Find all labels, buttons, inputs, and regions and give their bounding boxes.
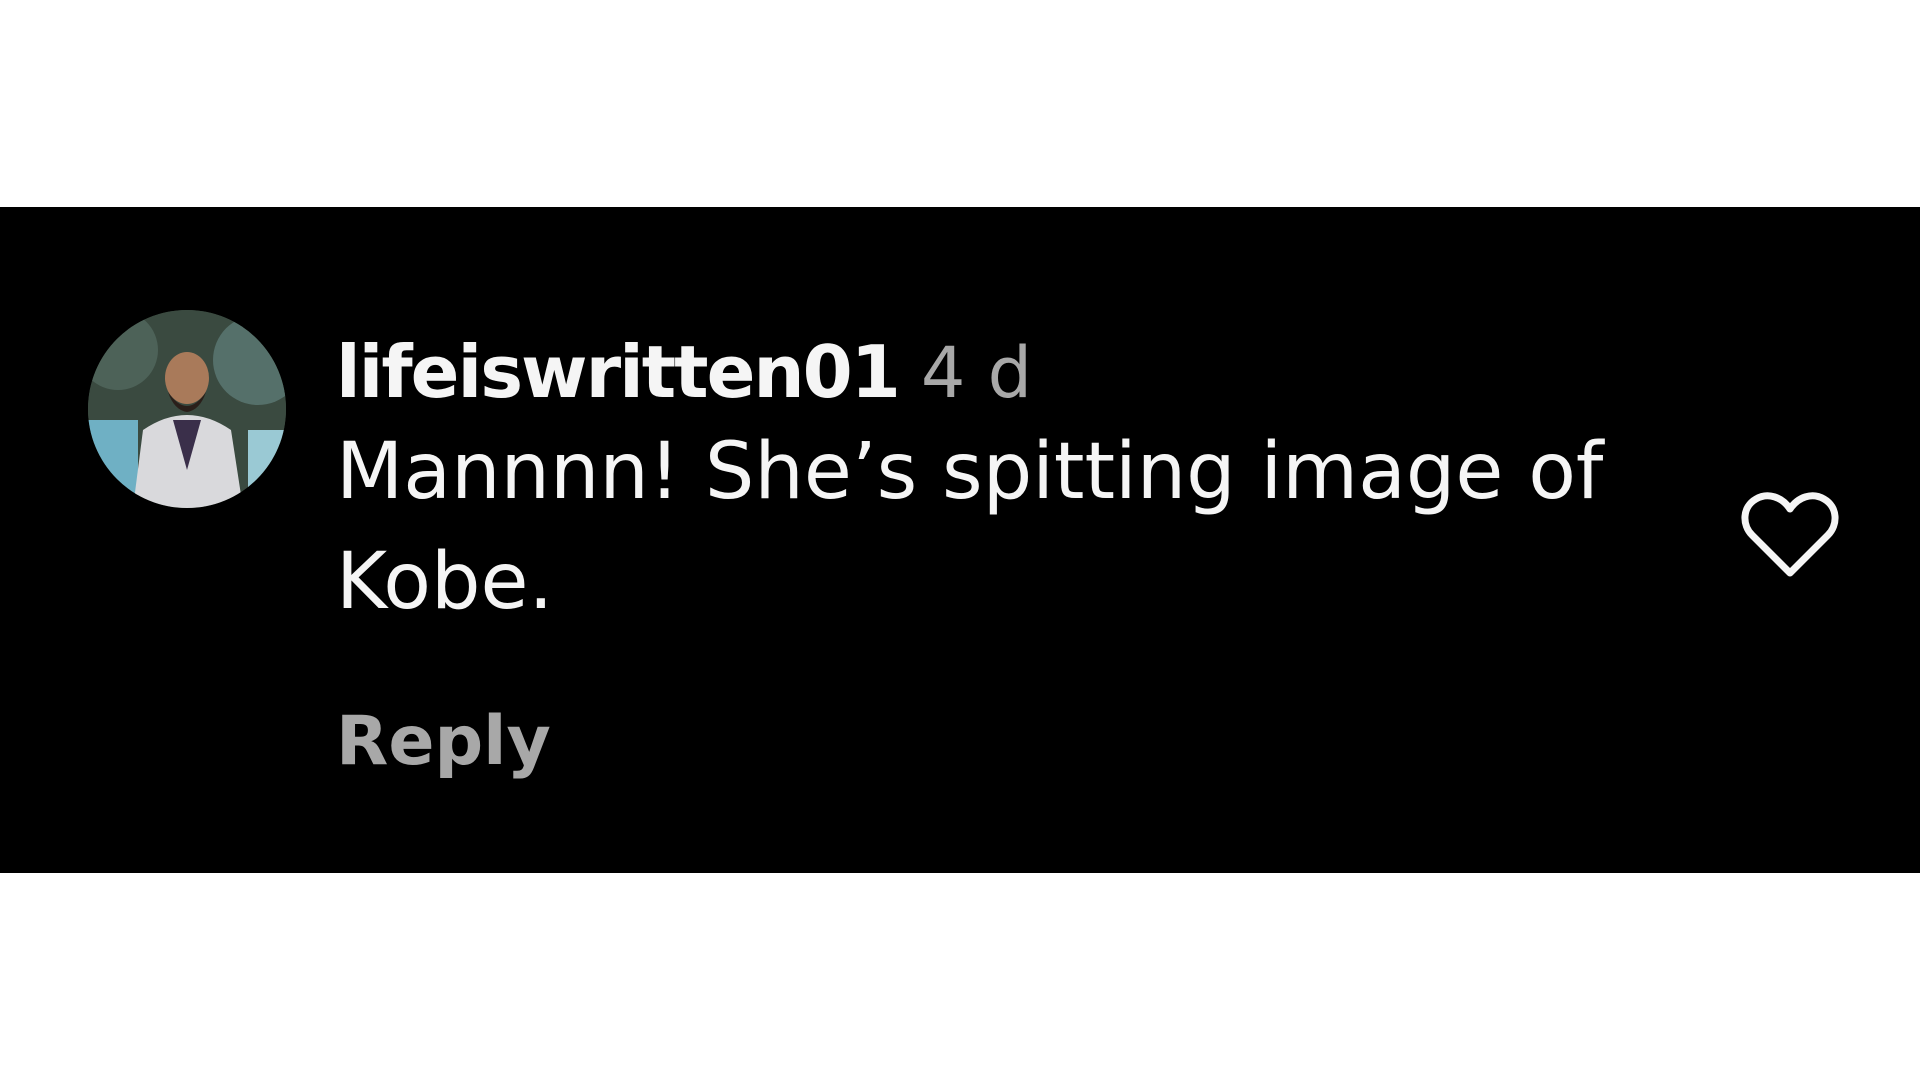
comment-timestamp[interactable]: 4 d (921, 328, 1032, 418)
like-button[interactable] (1740, 489, 1840, 579)
user-avatar[interactable] (88, 310, 286, 508)
username-link[interactable]: lifeiswritten01 (336, 327, 901, 417)
comment-content: lifeiswritten01 4 d Mannnn! She’s spitti… (336, 327, 1636, 637)
comment-text: Mannnn! She’s spitting image of Kobe. (336, 427, 1604, 627)
comment-header: lifeiswritten01 4 d (336, 327, 1636, 417)
heart-outline-icon (1741, 492, 1839, 577)
comment-item: lifeiswritten01 4 d Mannnn! She’s spitti… (0, 207, 1920, 873)
page: lifeiswritten01 4 d Mannnn! She’s spitti… (0, 0, 1920, 1080)
reply-button[interactable]: Reply (336, 697, 551, 787)
avatar-photo-icon (88, 310, 286, 508)
